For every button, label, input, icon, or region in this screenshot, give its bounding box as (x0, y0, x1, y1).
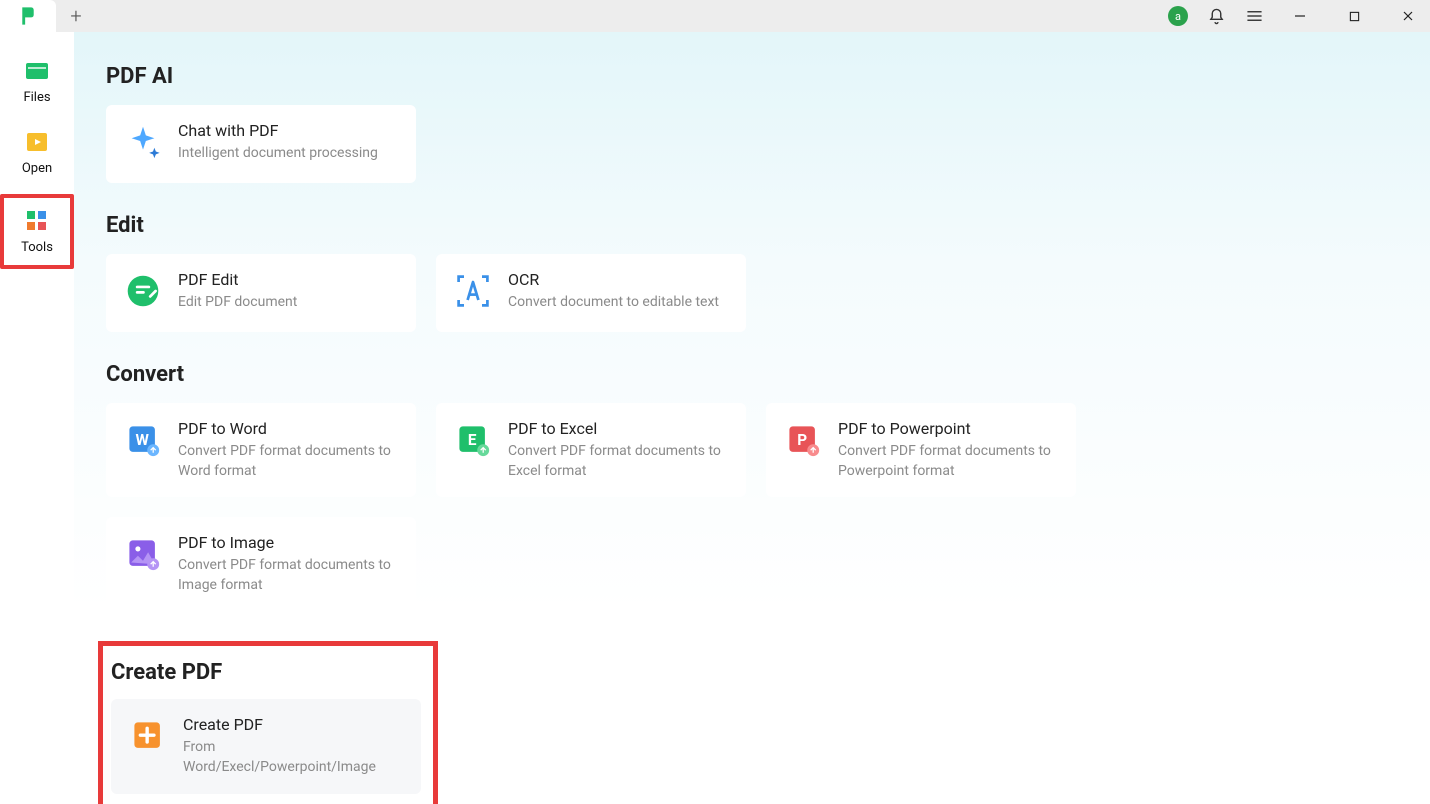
card-title: Chat with PDF (178, 121, 398, 140)
pdf-edit-card[interactable]: PDF Edit Edit PDF document (106, 254, 416, 332)
content: PDF AI Chat with PDF Intelligent documen… (74, 32, 1430, 804)
chat-with-pdf-card[interactable]: Chat with PDF Intelligent document proce… (106, 105, 416, 183)
card-desc: Convert PDF format documents to Image fo… (178, 556, 398, 595)
sidebar-label: Files (23, 90, 50, 105)
card-text: Create PDF From Word/Execl/Powerpoint/Im… (183, 715, 403, 777)
powerpoint-icon: P (784, 421, 822, 459)
section-title: Convert (106, 362, 1398, 387)
card-text: PDF to Excel Convert PDF format document… (508, 419, 728, 481)
card-row: W PDF to Word Convert PDF format documen… (106, 403, 1398, 611)
maximize-button[interactable] (1336, 2, 1372, 30)
app-tab[interactable] (0, 0, 56, 32)
pdf-to-word-card[interactable]: W PDF to Word Convert PDF format documen… (106, 403, 416, 497)
sidebar-item-tools[interactable]: Tools (4, 202, 70, 261)
create-pdf-card[interactable]: Create PDF From Word/Execl/Powerpoint/Im… (111, 699, 421, 793)
notification-icon[interactable] (1206, 6, 1226, 26)
user-avatar[interactable]: a (1168, 6, 1188, 26)
image-icon (124, 535, 162, 573)
sidebar-label: Tools (21, 240, 53, 255)
card-desc: Convert PDF format documents to Word for… (178, 442, 398, 481)
section-edit: Edit PDF Edit Edit PDF document (106, 213, 1398, 332)
ocr-icon (454, 272, 492, 310)
excel-icon: E (454, 421, 492, 459)
card-text: PDF Edit Edit PDF document (178, 270, 398, 313)
card-title: PDF to Excel (508, 419, 728, 438)
card-title: PDF to Powerpoint (838, 419, 1058, 438)
svg-text:W: W (135, 431, 149, 449)
new-tab-button[interactable]: + (56, 4, 96, 28)
sidebar-item-open[interactable]: Open (7, 123, 67, 182)
pdf-to-image-card[interactable]: PDF to Image Convert PDF format document… (106, 517, 416, 611)
card-desc: Edit PDF document (178, 293, 398, 313)
pdf-to-excel-card[interactable]: E PDF to Excel Convert PDF format docume… (436, 403, 746, 497)
app-logo-icon (19, 6, 37, 26)
card-desc: Convert PDF format documents to Powerpoi… (838, 442, 1058, 481)
card-title: Create PDF (183, 715, 403, 734)
titlebar: + a (0, 0, 1430, 32)
tools-icon (24, 208, 50, 234)
pdf-edit-icon (124, 272, 162, 310)
card-row: Chat with PDF Intelligent document proce… (106, 105, 1398, 183)
pdf-to-ppt-card[interactable]: P PDF to Powerpoint Convert PDF format d… (766, 403, 1076, 497)
section-title: PDF AI (106, 64, 1398, 89)
create-pdf-highlight: Create PDF Create PDF From Word/Execl/Po… (98, 641, 438, 804)
close-button[interactable] (1390, 2, 1426, 30)
card-text: PDF to Powerpoint Convert PDF format doc… (838, 419, 1058, 481)
card-title: PDF to Word (178, 419, 398, 438)
section-pdf-ai: PDF AI Chat with PDF Intelligent documen… (106, 64, 1398, 183)
card-desc: Convert document to editable text (508, 293, 728, 313)
card-text: PDF to Word Convert PDF format documents… (178, 419, 398, 481)
card-desc: From Word/Execl/Powerpoint/Image (183, 738, 403, 777)
sparkle-icon (124, 123, 162, 161)
sidebar-label: Open (22, 161, 52, 176)
card-row: PDF Edit Edit PDF document OCR Convert d… (106, 254, 1398, 332)
section-convert: Convert W PDF to Word Convert PDF format… (106, 362, 1398, 611)
section-title: Create PDF (111, 660, 421, 685)
svg-text:E: E (468, 431, 477, 449)
files-icon (24, 58, 50, 84)
card-title: PDF to Image (178, 533, 398, 552)
card-text: PDF to Image Convert PDF format document… (178, 533, 398, 595)
menu-icon[interactable] (1244, 6, 1264, 26)
section-title: Edit (106, 213, 1398, 238)
minimize-button[interactable] (1282, 2, 1318, 30)
svg-text:P: P (797, 431, 807, 449)
titlebar-left: + (0, 0, 96, 32)
sidebar-highlight: Tools (0, 194, 74, 269)
titlebar-right: a (1168, 2, 1426, 30)
open-icon (24, 129, 50, 155)
create-pdf-icon (129, 717, 167, 755)
sidebar: Files Open Tools (0, 32, 74, 804)
card-title: PDF Edit (178, 270, 398, 289)
card-title: OCR (508, 270, 728, 289)
word-icon: W (124, 421, 162, 459)
card-text: Chat with PDF Intelligent document proce… (178, 121, 398, 164)
card-desc: Convert PDF format documents to Excel fo… (508, 442, 728, 481)
ocr-card[interactable]: OCR Convert document to editable text (436, 254, 746, 332)
sidebar-item-files[interactable]: Files (7, 52, 67, 111)
card-text: OCR Convert document to editable text (508, 270, 728, 313)
main-area: Files Open Tools (0, 32, 1430, 804)
card-desc: Intelligent document processing (178, 144, 398, 164)
